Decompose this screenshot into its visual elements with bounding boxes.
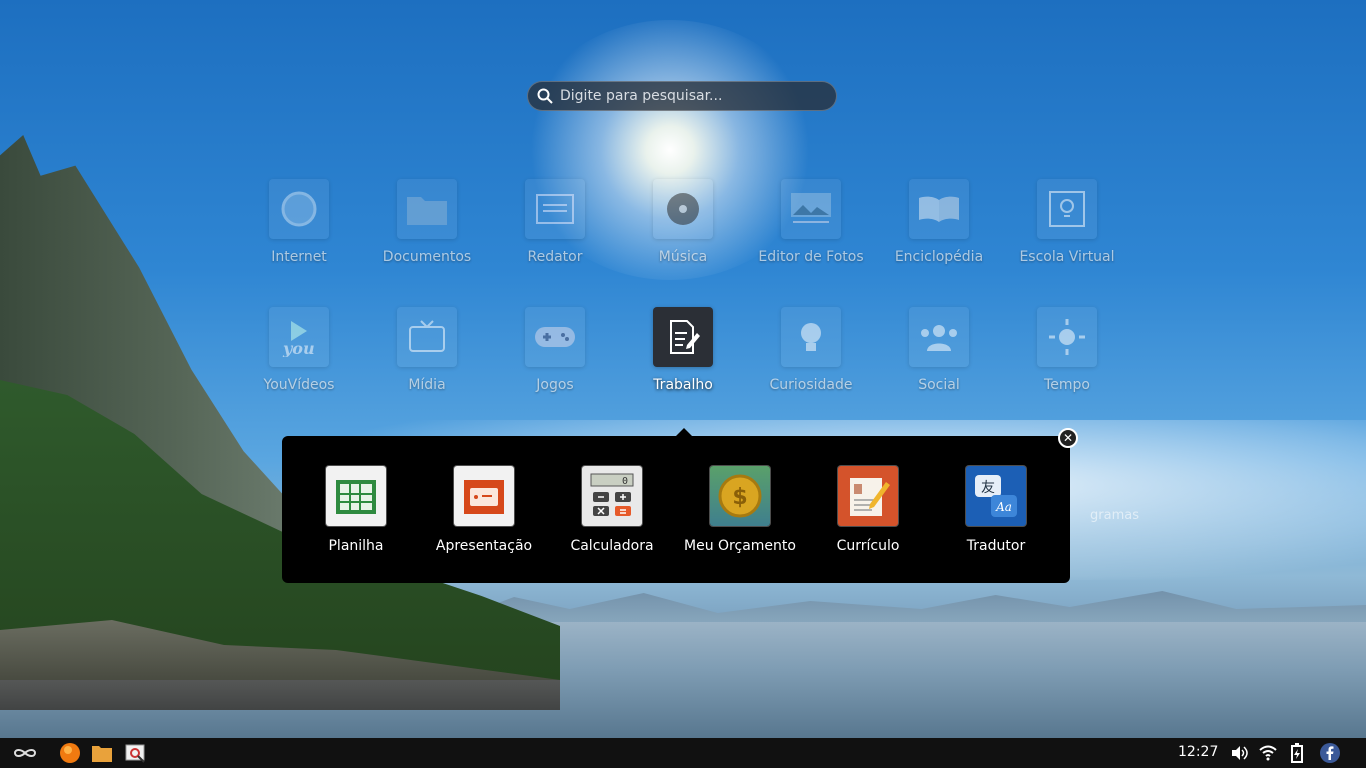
work-folder-popup: Planilha Apresentação 0 Calculadora $ Me…: [282, 428, 1070, 583]
battery-button[interactable]: [1286, 742, 1308, 764]
battery-icon: [1291, 743, 1303, 763]
browser-launcher[interactable]: [58, 742, 82, 764]
app-curiosidade[interactable]: Curiosidade: [747, 307, 875, 417]
app-label: Trabalho: [653, 377, 713, 393]
wallpaper-mountains: [440, 591, 1366, 625]
app-label: YouVídeos: [263, 377, 335, 393]
app-jogos[interactable]: Jogos: [491, 307, 619, 417]
app-editor-de-fotos[interactable]: Editor de Fotos: [747, 179, 875, 289]
calc-display-text: 0: [622, 476, 628, 487]
translator-icon: 友 Aa: [966, 466, 1026, 526]
presentation-icon: [454, 466, 514, 526]
image-viewer-launcher[interactable]: [122, 742, 150, 764]
app-documentos[interactable]: Documentos: [363, 179, 491, 289]
app-midia[interactable]: Mídia: [363, 307, 491, 417]
app-escola-virtual[interactable]: Escola Virtual: [1003, 179, 1131, 289]
app-label: Mídia: [408, 377, 446, 393]
sun-icon: [1037, 307, 1097, 367]
wifi-button[interactable]: [1256, 742, 1280, 764]
book-icon: [909, 179, 969, 239]
app-label: Social: [918, 377, 960, 393]
resume-icon: [838, 466, 898, 526]
volume-button[interactable]: [1228, 742, 1250, 764]
app-planilha[interactable]: Planilha: [292, 466, 420, 554]
edit-document-icon: [653, 307, 713, 367]
app-tradutor[interactable]: 友 Aa Tradutor: [932, 466, 1060, 554]
wifi-icon: [1259, 745, 1277, 761]
folder-icon: [92, 746, 112, 762]
search-box[interactable]: [527, 81, 837, 111]
volume-icon: [1232, 746, 1248, 760]
search-input[interactable]: [558, 87, 822, 105]
app-label: Jogos: [536, 377, 574, 393]
browser-orb-icon: [60, 743, 80, 763]
document-icon: [525, 179, 585, 239]
taskbar: 12:27: [0, 738, 1366, 768]
app-label-partial: gramas: [1090, 508, 1139, 523]
search-icon: [537, 88, 553, 104]
app-tempo[interactable]: Tempo: [1003, 307, 1131, 417]
app-trabalho[interactable]: Trabalho: [619, 307, 747, 417]
spreadsheet-icon: [326, 466, 386, 526]
app-label: Meu Orçamento: [684, 538, 796, 554]
app-label: Calculadora: [570, 538, 654, 554]
coin-icon: $: [710, 466, 770, 526]
gamepad-icon: [525, 307, 585, 367]
app-label: Curiosidade: [769, 377, 853, 393]
files-launcher[interactable]: [90, 742, 114, 764]
app-label: Redator: [527, 249, 583, 265]
app-internet[interactable]: Internet: [235, 179, 363, 289]
app-label: Apresentação: [435, 538, 533, 554]
app-musica[interactable]: Música: [619, 179, 747, 289]
app-calculadora[interactable]: 0 Calculadora: [548, 466, 676, 554]
people-icon: [909, 307, 969, 367]
globe-icon: [269, 179, 329, 239]
app-label: Tempo: [1044, 377, 1090, 393]
menu-button[interactable]: [10, 742, 40, 764]
app-label: Internet: [271, 249, 327, 265]
app-label: Escola Virtual: [1019, 249, 1115, 265]
app-label: Música: [658, 249, 708, 265]
svg-text:you: you: [282, 339, 315, 357]
lightbulb-screen-icon: [1037, 179, 1097, 239]
app-meu-orcamento[interactable]: $ Meu Orçamento: [676, 466, 804, 554]
photo-editor-icon: [781, 179, 841, 239]
app-label: Enciclopédia: [894, 249, 984, 265]
calculator-icon: 0: [582, 466, 642, 526]
clock[interactable]: 12:27: [1178, 744, 1218, 760]
folder-icon: [397, 179, 457, 239]
close-popup-button[interactable]: ✕: [1058, 428, 1078, 448]
music-disc-icon: [653, 179, 713, 239]
svg-text:$: $: [732, 485, 747, 510]
translator-glyph-top: 友: [981, 480, 995, 496]
tv-icon: [397, 307, 457, 367]
app-youvideos[interactable]: you YouVídeos: [235, 307, 363, 417]
facebook-icon: [1320, 743, 1340, 763]
app-label: Editor de Fotos: [758, 249, 864, 265]
lightbulb-icon: [781, 307, 841, 367]
translator-glyph-bottom: Aa: [995, 500, 1012, 514]
app-social[interactable]: Social: [875, 307, 1003, 417]
video-play-icon: you: [269, 307, 329, 367]
app-apresentacao[interactable]: Apresentação: [420, 466, 548, 554]
app-label: Planilha: [328, 538, 384, 554]
app-label: Documentos: [382, 249, 472, 265]
close-icon: ✕: [1062, 431, 1074, 445]
app-curriculo[interactable]: Currículo: [804, 466, 932, 554]
app-label: Tradutor: [966, 538, 1026, 554]
image-viewer-icon: [125, 744, 145, 763]
facebook-button[interactable]: [1318, 742, 1342, 764]
app-label: Currículo: [836, 538, 900, 554]
app-enciclopedia[interactable]: Enciclopédia: [875, 179, 1003, 289]
app-redator[interactable]: Redator: [491, 179, 619, 289]
infinity-icon: [13, 749, 37, 757]
